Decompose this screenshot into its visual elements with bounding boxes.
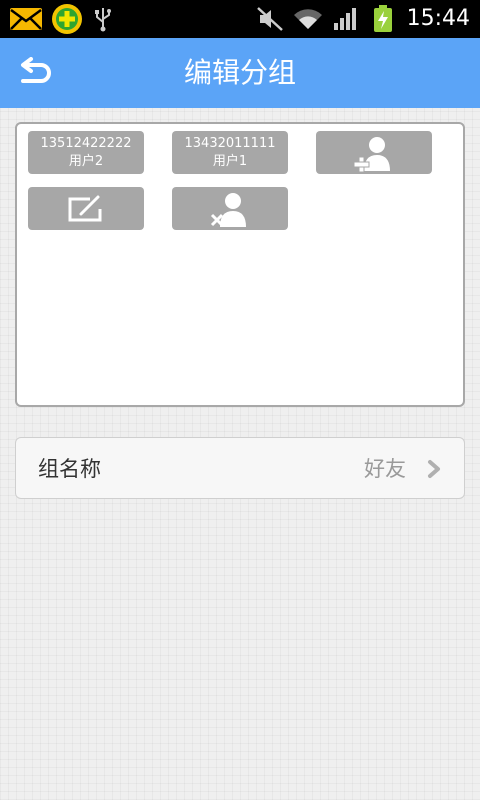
back-arrow-icon (21, 57, 51, 83)
member-phone: 13432011111 (184, 135, 276, 151)
group-name-row[interactable]: 组名称 好友 (15, 437, 465, 499)
member-tile-1[interactable]: 13512422222 用户2 (28, 131, 144, 174)
battery-charging-icon (372, 0, 394, 38)
back-button[interactable] (10, 50, 60, 96)
remove-contact-icon (210, 192, 246, 227)
edit-icon (68, 195, 102, 221)
member-name: 用户1 (212, 153, 248, 169)
page-title: 编辑分组 (183, 56, 296, 89)
clock: 15:44 (406, 6, 470, 31)
member-name: 用户2 (68, 153, 104, 169)
mail-icon (8, 0, 44, 38)
group-name-label: 组名称 (38, 457, 101, 481)
title-bar: 编辑分组 (0, 38, 480, 108)
members-panel: 13512422222 用户2 13432011111 用户1 (15, 122, 465, 407)
add-contact-icon (353, 136, 390, 172)
group-name-value: 好友 (364, 457, 406, 481)
usb-icon (92, 0, 114, 38)
remove-member-button[interactable] (172, 187, 288, 230)
wifi-icon (292, 0, 324, 38)
add-member-button[interactable] (316, 131, 432, 174)
edit-members-button[interactable] (28, 187, 144, 230)
security-app-icon (50, 0, 84, 38)
member-phone: 13512422222 (40, 135, 132, 151)
mute-icon (255, 0, 285, 38)
status-bar: 15:44 (0, 0, 480, 38)
chevron-right-icon (428, 460, 440, 478)
signal-icon (332, 0, 360, 38)
member-tile-2[interactable]: 13432011111 用户1 (172, 131, 288, 174)
